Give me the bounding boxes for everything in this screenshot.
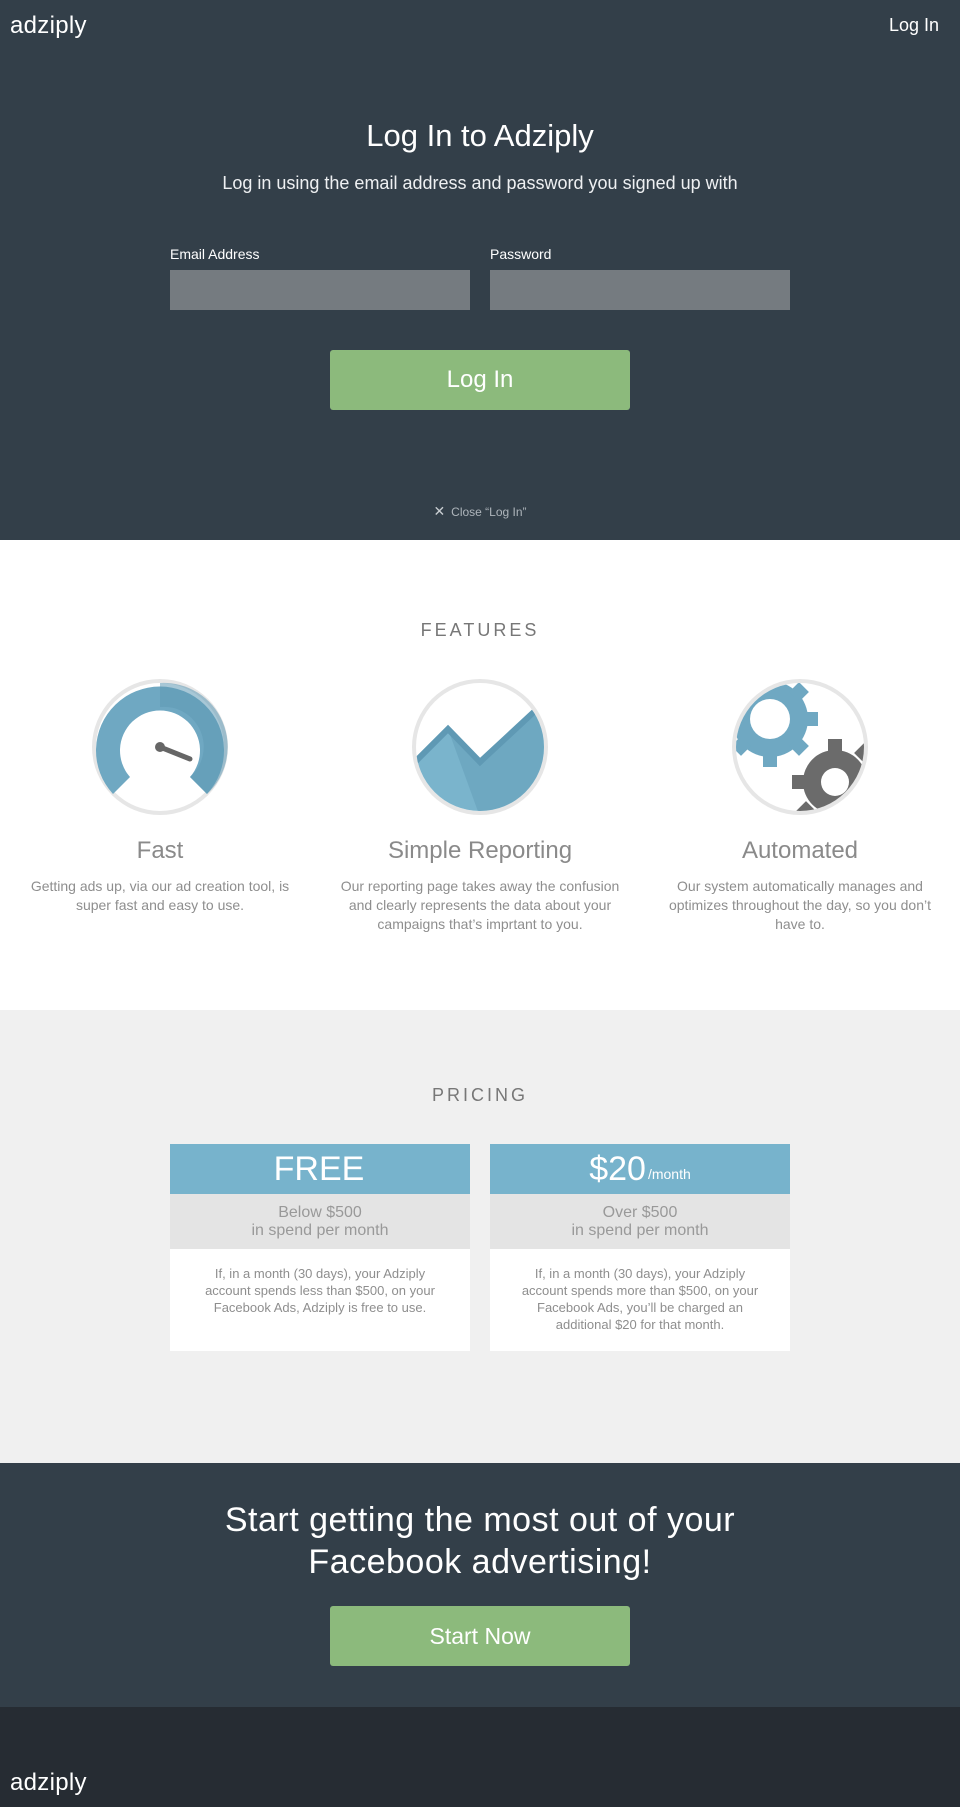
email-label: Email Address [170,246,260,262]
price-threshold: Over $500 in spend per month [490,1194,790,1249]
cta-title-line2: Facebook advertising! [308,1543,652,1581]
price-header: FREE [170,1144,470,1194]
feature-automated: Automated Our system automatically manag… [650,677,950,934]
close-login-label: Close “Log In” [451,505,527,519]
price-description: If, in a month (30 days), your Adziply a… [205,1266,435,1315]
feature-fast: Fast Getting ads up, via our ad creation… [10,677,310,915]
feature-title: Simple Reporting [387,837,573,864]
pricing-section: PRICING FREE Below $500 in spend per mon… [0,1010,960,1463]
line-chart-icon [410,677,550,817]
features-section: FEATURES Fast Getting ads up, via our ad… [0,540,960,1010]
feature-description: Getting ads up, via our ad creation tool… [30,878,290,913]
pricing-card-paid: $20 /month Over $500 in spend per month … [490,1144,790,1351]
price-amount: $20 [589,1149,646,1188]
password-field[interactable] [490,270,790,310]
threshold-line1: Below $500 [278,1203,362,1221]
password-label: Password [490,246,552,262]
price-description: If, in a month (30 days), your Adziply a… [521,1266,759,1332]
feature-description: Our reporting page takes away the confus… [340,878,620,932]
pricing-title: PRICING [431,1085,528,1105]
feature-reporting: Simple Reporting Our reporting page take… [330,677,630,934]
cta-section: Start getting the most out of your Faceb… [0,1463,960,1707]
start-now-button[interactable]: Start Now [330,1606,630,1666]
footer-logo[interactable]: adziply [10,1769,87,1797]
cta-title: Start getting the most out of your Faceb… [0,1499,960,1583]
login-button[interactable]: Log In [330,350,630,410]
cta-title-line1: Start getting the most out of your [224,1501,736,1539]
login-title: Log In to Adziply [366,118,594,153]
logo[interactable]: adziply [10,12,87,40]
footer: adziply [0,1707,960,1807]
feature-title: Fast [136,837,184,864]
gears-icon [730,677,870,817]
threshold-line1: Over $500 [602,1203,678,1221]
close-icon: ✕ [433,503,446,519]
price-period: /month [647,1166,691,1182]
features-title: FEATURES [420,620,540,640]
login-section: adziply Log In Log In to Adziply Log in … [0,0,960,540]
price-amount: FREE [273,1149,365,1188]
pricing-card-free: FREE Below $500 in spend per month If, i… [170,1144,470,1351]
price-header: $20 /month [490,1144,790,1194]
feature-title: Automated [741,837,859,864]
threshold-line2: in spend per month [251,1221,389,1239]
login-subtitle: Log in using the email address and passw… [222,173,738,193]
speedometer-icon [90,677,230,817]
email-field[interactable] [170,270,470,310]
feature-description: Our system automatically manages and opt… [668,878,931,932]
threshold-line2: in spend per month [571,1221,709,1239]
header-login-link[interactable]: Log In [889,15,939,36]
price-threshold: Below $500 in spend per month [170,1194,470,1249]
close-login-link[interactable]: ✕ Close “Log In” [0,503,960,520]
